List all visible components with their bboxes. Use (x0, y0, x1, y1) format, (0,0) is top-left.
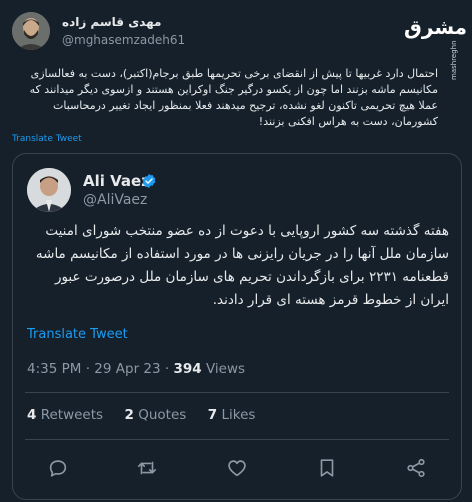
retweets-stat[interactable]: 4 Retweets (27, 407, 103, 423)
watermark-logo: مشرق mashreghnews.ir (404, 14, 468, 80)
divider-bottom (25, 439, 449, 440)
likes-count: 7 (207, 407, 218, 423)
quoted-avatar[interactable] (27, 168, 71, 212)
outer-display-name[interactable]: مهدی قاسم زاده (62, 15, 161, 29)
quoted-handle[interactable]: @AliVaez (83, 192, 147, 208)
quotes-count: 2 (124, 407, 134, 423)
views-count: 394 (173, 361, 202, 377)
quoted-display-name[interactable]: Ali Vaez (83, 172, 150, 190)
likes-label: Likes (221, 407, 256, 423)
tweet-stats: 4 Retweets 2 Quotes 7 Likes (27, 407, 255, 423)
tweet-date[interactable]: 29 Apr 23 (94, 361, 160, 377)
views-label: Views (205, 361, 246, 377)
bookmark-icon[interactable] (316, 457, 338, 479)
watermark-site: mashreghnews.ir (450, 40, 458, 80)
meta-separator: · (164, 361, 170, 377)
outer-tweet-text: احتمال دارد غربیها تا پیش از انقضای برخی… (29, 67, 438, 128)
outer-translate-link[interactable]: Translate Tweet (12, 134, 82, 144)
divider-top (25, 392, 449, 393)
quotes-stat[interactable]: 2 Quotes (125, 407, 187, 423)
likes-stat[interactable]: 7 Likes (208, 407, 256, 423)
like-icon[interactable] (226, 457, 248, 479)
tweet-time[interactable]: 4:35 PM (27, 361, 81, 377)
quoted-translate-link[interactable]: Translate Tweet (27, 327, 128, 342)
meta-separator: · (85, 361, 90, 377)
quoted-tweet-card[interactable]: Ali Vaez @AliVaez هفته گذشته سه کشور ارو… (12, 153, 462, 500)
quotes-label: Quotes (138, 407, 187, 423)
watermark-brand: مشرق (404, 15, 468, 39)
verified-badge-icon (141, 173, 157, 189)
share-icon[interactable] (405, 457, 427, 479)
retweets-count: 4 (27, 407, 37, 423)
reply-icon[interactable] (47, 457, 69, 479)
tweet-meta: 4:35 PM · 29 Apr 23 · 394 Views (27, 361, 245, 377)
quoted-tweet-text: هفته گذشته سه کشور اروپایی با دعوت از ده… (35, 223, 449, 308)
outer-avatar[interactable] (12, 12, 50, 50)
outer-handle[interactable]: @mghasemzadeh61 (62, 33, 185, 47)
retweet-icon[interactable] (136, 457, 158, 479)
retweets-label: Retweets (40, 407, 104, 423)
